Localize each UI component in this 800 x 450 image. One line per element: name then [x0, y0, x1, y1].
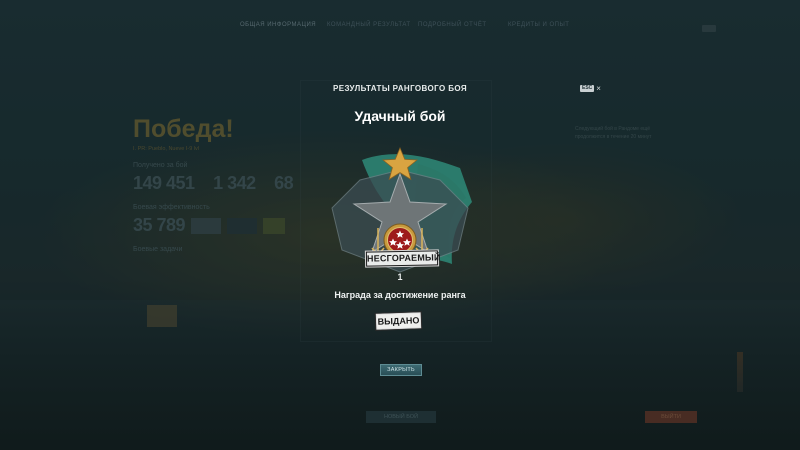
- rank-number: 1: [397, 272, 403, 282]
- close-button[interactable]: ЗАКРЫТЬ: [380, 364, 422, 376]
- modal-close-control[interactable]: ESC ×: [580, 84, 601, 93]
- reward-description: Награда за достижение ранга: [334, 290, 466, 300]
- rank-label: НЕСГОРАЕМЫЙ: [365, 250, 441, 267]
- reward-status-stamp: ВЫДАНО: [374, 311, 423, 331]
- result-heading: Удачный бой: [354, 108, 446, 124]
- esc-key-hint: ESC: [580, 85, 595, 92]
- close-icon[interactable]: ×: [596, 84, 601, 93]
- modal-title: РЕЗУЛЬТАТЫ РАНГОВОГО БОЯ: [332, 84, 468, 93]
